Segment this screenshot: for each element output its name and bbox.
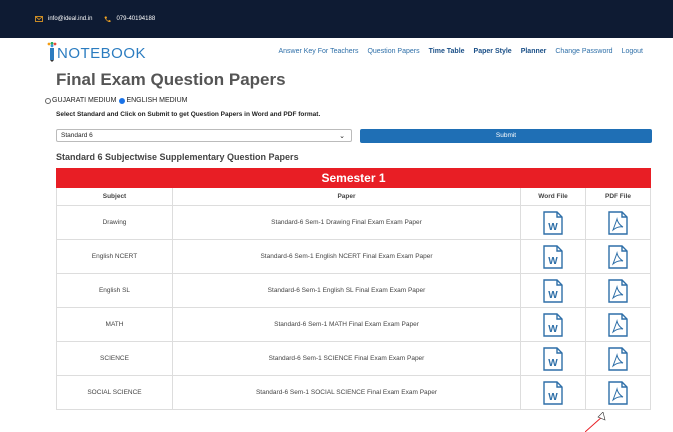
phone-text: 079-40194188 xyxy=(116,16,156,22)
word-file-icon: W xyxy=(543,312,563,337)
svg-text:W: W xyxy=(548,256,558,267)
paper-cell[interactable]: Standard-6 Sem-1 English NCERT Final Exa… xyxy=(173,240,521,273)
pencil-logo-icon xyxy=(47,42,57,62)
instruction-text: Select Standard and Click on Submit to g… xyxy=(56,111,321,118)
svg-text:W: W xyxy=(548,290,558,301)
nav-link-time-table[interactable]: Time Table xyxy=(429,48,465,55)
svg-text:W: W xyxy=(548,222,558,233)
page-title: Final Exam Question Papers xyxy=(56,70,286,89)
pdf-download-link[interactable] xyxy=(586,308,650,341)
nav-link-change-password[interactable]: Change Password xyxy=(555,48,612,55)
svg-text:W: W xyxy=(548,324,558,335)
subject-cell: English SL xyxy=(57,274,173,307)
email-contact[interactable]: info@ideal.ind.in xyxy=(35,16,92,22)
nav-link-paper-style[interactable]: Paper Style xyxy=(474,48,512,55)
phone-icon xyxy=(104,16,111,22)
paper-cell[interactable]: Standard-6 Sem-1 SOCIAL SCIENCE Final Ex… xyxy=(173,376,521,409)
chevron-down-icon: ⌄ xyxy=(339,133,345,140)
pdf-download-link[interactable] xyxy=(586,240,650,273)
table-row: English SL Standard-6 Sem-1 English SL Fi… xyxy=(56,274,651,308)
pdf-file-icon xyxy=(608,380,628,405)
pdf-file-icon xyxy=(608,244,628,269)
subject-cell: SCIENCE xyxy=(57,342,173,375)
pdf-download-link[interactable] xyxy=(586,274,650,307)
nav-link-question-papers[interactable]: Question Papers xyxy=(367,48,419,55)
english-medium-radio[interactable] xyxy=(119,97,126,104)
word-download-link[interactable]: W xyxy=(521,240,586,273)
word-file-icon: W xyxy=(543,346,563,371)
paper-cell[interactable]: Standard-6 Sem-1 SCIENCE Final Exam Exam… xyxy=(173,342,521,375)
mail-icon xyxy=(35,16,43,22)
table-row: SOCIAL SCIENCE Standard-6 Sem-1 SOCIAL SC… xyxy=(56,376,651,410)
pdf-file-icon xyxy=(608,312,628,337)
table-row: MATH Standard-6 Sem-1 MATH Final Exam Exa… xyxy=(56,308,651,342)
header-paper: Paper xyxy=(173,188,521,205)
main-nav: Answer Key For Teachers Question Papers Ti… xyxy=(269,48,643,55)
pdf-file-icon xyxy=(608,346,628,371)
mouse-cursor-icon xyxy=(585,412,606,432)
word-file-icon: W xyxy=(543,380,563,405)
pdf-file-icon xyxy=(608,278,628,303)
table-row: Drawing Standard-6 Sem-1 Drawing Final Ex… xyxy=(56,206,651,240)
pdf-download-link[interactable] xyxy=(586,206,650,239)
logo-text: NOTEBOOK xyxy=(57,45,147,62)
submit-button[interactable]: Submit xyxy=(360,129,652,143)
paper-cell[interactable]: Standard-6 Sem-1 Drawing Final Exam Exam… xyxy=(173,206,521,239)
word-download-link[interactable]: W xyxy=(521,206,586,239)
nav-link-answer-key-for-teachers[interactable]: Answer Key For Teachers xyxy=(278,48,358,55)
gujarati-medium-label[interactable]: GUJARATI MEDIUM xyxy=(52,97,116,104)
email-text: info@ideal.ind.in xyxy=(48,16,93,22)
standard-select[interactable]: Standard 6 ⌄ xyxy=(56,129,352,142)
semester-header: Semester 1 xyxy=(56,168,651,188)
top-contact-bar: info@ideal.ind.in 079-40194188 xyxy=(0,0,673,38)
word-download-link[interactable]: W xyxy=(521,274,586,307)
nav-link-logout[interactable]: Logout xyxy=(622,48,643,55)
site-logo[interactable]: NOTEBOOK xyxy=(47,42,146,62)
english-medium-label[interactable]: ENGLISH MEDIUM xyxy=(126,97,187,104)
phone-contact[interactable]: 079-40194188 xyxy=(104,16,155,23)
table-row: English NCERT Standard-6 Sem-1 English NC… xyxy=(56,240,651,274)
header-pdf-file: PDF File xyxy=(604,192,631,200)
table-header-row: Subject Paper Word File PDF File xyxy=(56,188,651,206)
pdf-file-icon xyxy=(608,210,628,235)
nav-link-planner[interactable]: Planner xyxy=(521,48,547,55)
pdf-download-link[interactable] xyxy=(586,342,650,375)
subject-cell: SOCIAL SCIENCE xyxy=(57,376,173,409)
word-file-icon: W xyxy=(543,244,563,269)
gujarati-medium-radio[interactable] xyxy=(45,97,51,104)
paper-cell[interactable]: Standard-6 Sem-1 MATH Final Exam Exam Pa… xyxy=(173,308,521,341)
header-subject: Subject xyxy=(57,188,173,205)
standard-select-value: Standard 6 xyxy=(61,132,93,139)
svg-text:W: W xyxy=(548,358,558,369)
word-file-icon: W xyxy=(543,278,563,303)
word-file-icon: W xyxy=(543,210,563,235)
subject-cell: Drawing xyxy=(57,206,173,239)
medium-selector: GUJARATI MEDIUM ENGLISH MEDIUM xyxy=(45,97,191,104)
svg-text:W: W xyxy=(548,392,558,403)
pdf-download-link[interactable] xyxy=(586,376,650,409)
section-title: Standard 6 Subjectwise Supplementary Que… xyxy=(56,152,299,162)
question-papers-table: Semester 1 Subject Paper Word File PDF F… xyxy=(56,168,651,410)
subject-cell: MATH xyxy=(57,308,173,341)
word-download-link[interactable]: W xyxy=(521,308,586,341)
table-row: SCIENCE Standard-6 Sem-1 SCIENCE Final Ex… xyxy=(56,342,651,376)
word-download-link[interactable]: W xyxy=(521,342,586,375)
paper-cell[interactable]: Standard-6 Sem-1 English SL Final Exam E… xyxy=(173,274,521,307)
header-word-file: Word File xyxy=(521,188,586,205)
word-download-link[interactable]: W xyxy=(521,376,586,409)
subject-cell: English NCERT xyxy=(57,240,173,273)
